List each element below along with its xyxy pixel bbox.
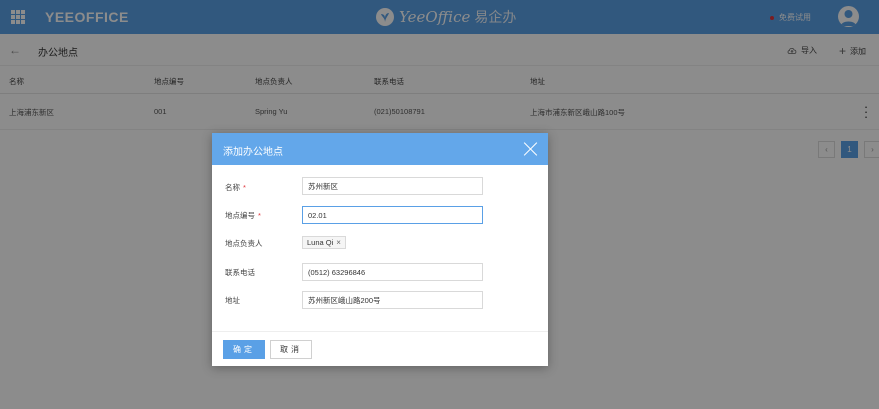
- phone-field-label: 联系电话: [225, 268, 255, 277]
- name-label-text: 名称: [225, 183, 240, 192]
- required-mark: *: [258, 211, 261, 220]
- cancel-button[interactable]: 取消: [270, 340, 312, 359]
- address-input[interactable]: [302, 291, 483, 309]
- close-icon[interactable]: [523, 141, 539, 157]
- dialog-title: 添加办公地点: [223, 147, 283, 158]
- confirm-button[interactable]: 确定: [223, 340, 265, 359]
- dialog-header: 添加办公地点: [212, 133, 548, 165]
- add-location-dialog: 添加办公地点 名称* 地点编号* 地点负责人 Luna Qi × 联系电话 地址…: [212, 133, 548, 366]
- remove-tag-icon[interactable]: ×: [336, 238, 341, 247]
- manager-field-label: 地点负责人: [225, 239, 263, 248]
- address-field-label: 地址: [225, 296, 240, 305]
- dialog-footer: 确定 取消: [212, 331, 548, 366]
- manager-tag[interactable]: Luna Qi ×: [302, 236, 346, 249]
- code-label-text: 地点编号: [225, 211, 255, 220]
- manager-tag-label: Luna Qi: [307, 238, 334, 247]
- required-mark: *: [243, 183, 246, 192]
- code-field-label: 地点编号 *: [225, 210, 261, 221]
- code-input[interactable]: [302, 206, 483, 224]
- name-input[interactable]: [302, 177, 483, 195]
- name-field-label: 名称 *: [225, 182, 246, 193]
- phone-input[interactable]: [302, 263, 483, 281]
